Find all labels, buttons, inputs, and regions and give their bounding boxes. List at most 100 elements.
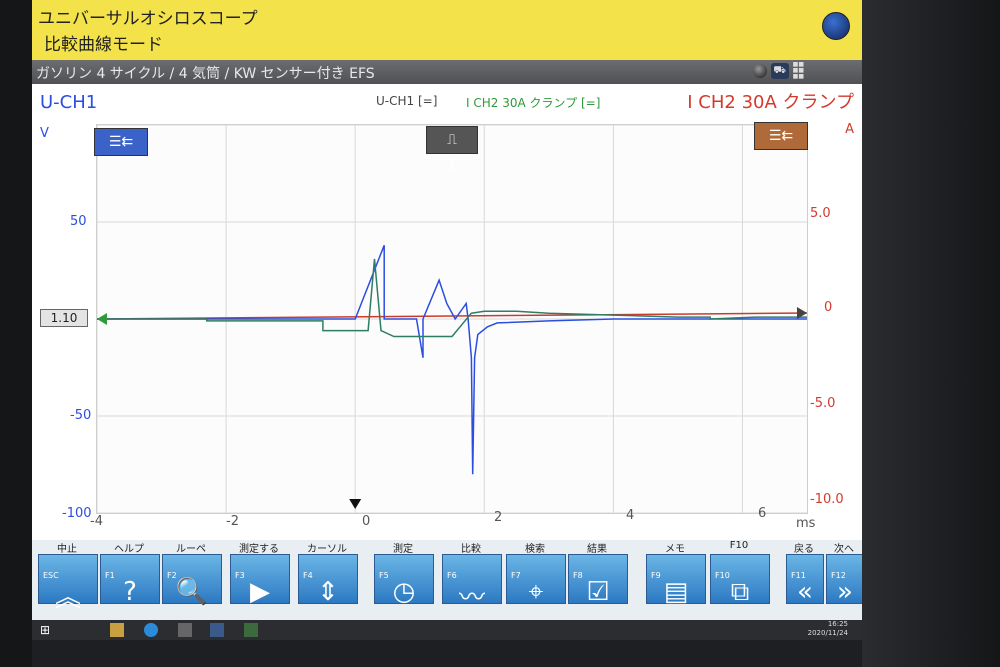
fkey-label: 次へ: [834, 544, 854, 555]
fkey-label: 測定する: [239, 544, 279, 555]
trigger-channel: 1: [447, 158, 457, 174]
gas-analyzer-icon: ■■ ■■ ■■: [792, 61, 804, 80]
fkey-button[interactable]: F8 ☑: [568, 554, 628, 607]
fkey-esc[interactable]: 中止 ESC ︽: [36, 540, 98, 616]
series-line-1: [97, 245, 807, 475]
scale-icon: ☰⇇: [768, 128, 794, 144]
y-tick-left: -50: [70, 408, 92, 423]
fkey-f8[interactable]: 結果 F8 ☑: [566, 540, 628, 616]
trigger-button[interactable]: ⎍ 1: [426, 126, 478, 174]
document-icon: ▤: [663, 577, 689, 607]
waveform-chart: [97, 125, 807, 513]
vehicle-description: ガソリン 4 サイクル / 4 気筒 / KW センサー付き EFS: [36, 66, 375, 82]
unit-left: V: [40, 126, 49, 141]
taskbar: ⊞ 16:25 2020/11/24: [32, 620, 862, 640]
scope-app-icon[interactable]: [244, 623, 258, 637]
scale-icon: ☰⇇: [108, 134, 134, 150]
app-icon[interactable]: [178, 623, 192, 637]
x-unit: ms: [796, 516, 816, 531]
channel1-scale-button[interactable]: ☰⇇: [94, 128, 148, 156]
fkey-label: メモ: [665, 544, 685, 555]
globe-icon[interactable]: [822, 12, 850, 40]
car-app-icon[interactable]: [210, 623, 224, 637]
y-tick-left: -100: [62, 506, 92, 521]
fkey-button[interactable]: F1?: [100, 554, 160, 607]
channel1-label: U-CH1: [40, 92, 98, 113]
y-tick-left: 50: [70, 214, 87, 229]
fkey-label: 中止: [57, 544, 77, 555]
fkey-f11[interactable]: 戻る F11 «: [784, 540, 824, 616]
layout-icon: ⧉: [730, 577, 750, 607]
next-icon: »: [837, 577, 853, 607]
record-icon: [752, 64, 767, 78]
fkey-button[interactable]: F12»: [826, 554, 862, 607]
trigger-icon: ⎍: [447, 132, 457, 148]
windows-start-icon[interactable]: ⊞: [40, 623, 54, 637]
x-tick: 6: [758, 506, 767, 521]
fkey-label: F10: [729, 540, 749, 551]
fkey-button[interactable]: F4 ⇕: [298, 554, 358, 607]
fkey-label: ルーペ: [176, 544, 206, 555]
fkey-label: 結果: [587, 544, 607, 555]
clock: 16:25 2020/11/24: [808, 620, 848, 638]
binoculars-icon: ⌖: [528, 577, 544, 607]
fkey-f6[interactable]: 比較 F6 〰: [440, 540, 502, 616]
play-icon: ▶: [250, 577, 270, 607]
series-line-2: [97, 258, 807, 338]
question-icon: ?: [123, 577, 137, 607]
ch1-zero-marker[interactable]: [97, 313, 107, 325]
x-tick: 2: [494, 510, 503, 525]
channel2-scale-button[interactable]: ☰⇇: [754, 122, 808, 150]
plot-area[interactable]: [96, 124, 808, 514]
fkey-f2[interactable]: ルーペ F2 🔍: [160, 540, 222, 616]
app-title: ユニバーサルオシロスコープ: [38, 9, 258, 29]
folder-icon[interactable]: [110, 623, 124, 637]
fkey-f12[interactable]: 次へ F12»: [824, 540, 862, 616]
monitor-bezel-right: [862, 0, 1000, 667]
fkey-button[interactable]: F9 ▤: [646, 554, 706, 607]
clock-time: 16:25: [827, 620, 848, 628]
y-tick-right: -10.0: [810, 492, 844, 507]
result-icon: ☑: [586, 577, 610, 607]
channel1-info: U-CH1 [=]: [376, 94, 438, 108]
fkey-label: 比較: [461, 544, 481, 555]
function-key-bar: 中止 ESC ︽ ヘルプ F1? ルーペ F2 🔍 測定する F3 ▶ カーソル F4 ⇕ 測定 F5 ◷ 比較 F…: [32, 540, 862, 620]
fkey-button[interactable]: F5 ◷: [374, 554, 434, 607]
fkey-button[interactable]: F6 〰: [442, 554, 502, 613]
fkey-f10[interactable]: F10 F10 ⧉: [708, 540, 770, 616]
fkey-label: 戻る: [794, 544, 814, 555]
fkey-f7[interactable]: 検索 F7 ⌖: [504, 540, 566, 616]
monitor-bezel-left: [0, 0, 32, 667]
fkey-f4[interactable]: カーソル F4 ⇕: [296, 540, 358, 616]
fkey-button[interactable]: F2 🔍: [162, 554, 222, 607]
fkey-label: 測定: [393, 544, 413, 555]
fkey-label: カーソル: [307, 544, 347, 555]
fkey-f3[interactable]: 測定する F3 ▶: [228, 540, 290, 616]
y-tick-right: 5.0: [810, 206, 831, 221]
y-tick-right: -5.0: [810, 396, 836, 411]
vehicle-bar: ガソリン 4 サイクル / 4 気筒 / KW センサー付き EFS ⛟ ■■ ■…: [32, 60, 862, 84]
oscilloscope-screen: ユニバーサルオシロスコープ 比較曲線モード ガソリン 4 サイクル / 4 気筒…: [32, 0, 862, 640]
compare-icon: 〰: [458, 583, 485, 613]
back-icon: «: [797, 577, 813, 607]
fkey-f1[interactable]: ヘルプ F1?: [98, 540, 160, 616]
fkey-button[interactable]: F10 ⧉: [710, 554, 770, 607]
cursor-wave-icon: ⇕: [317, 577, 339, 607]
fkey-f5[interactable]: 測定 F5 ◷: [372, 540, 434, 616]
offset-value[interactable]: 1.10: [40, 309, 88, 327]
car-icon: ⛟: [770, 63, 789, 79]
fkey-button[interactable]: F3 ▶: [230, 554, 290, 607]
channel2-label: I CH2 30A クランプ: [687, 92, 854, 113]
fkey-label: 検索: [525, 544, 545, 555]
chevron-up-icon: ︽: [54, 583, 81, 613]
fkey-label: ヘルプ: [114, 544, 144, 555]
fkey-button[interactable]: F11 «: [786, 554, 824, 607]
edge-icon[interactable]: [144, 623, 158, 637]
fkey-button[interactable]: F7 ⌖: [506, 554, 566, 607]
measure-icon: ◷: [392, 577, 416, 607]
x-tick: 0: [362, 514, 371, 529]
fkey-button[interactable]: ESC ︽: [38, 554, 98, 613]
trigger-marker[interactable]: [349, 499, 362, 509]
clock-date: 2020/11/24: [807, 629, 848, 637]
fkey-f9[interactable]: メモ F9 ▤: [644, 540, 706, 616]
